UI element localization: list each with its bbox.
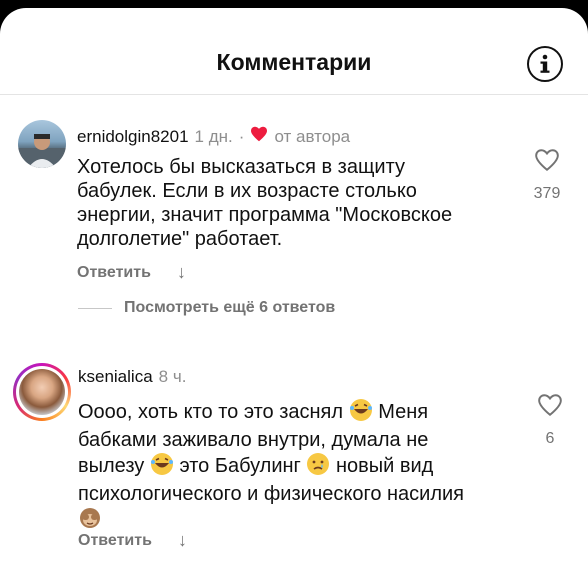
timestamp: 1 дн. xyxy=(194,126,233,146)
username[interactable]: ksenialica xyxy=(78,367,153,387)
avatar-photo xyxy=(19,369,65,415)
heart-icon[interactable] xyxy=(527,148,567,177)
avatar[interactable] xyxy=(18,120,66,168)
comment-line: бабулек. Если в их возрасте столько xyxy=(77,180,417,202)
comment-meta: ksenialica 8 ч. xyxy=(78,367,186,387)
comment-meta: ernidolgin8201 1 дн. · от автора xyxy=(77,126,350,147)
page-title: Комментарии xyxy=(216,49,372,75)
view-more-replies[interactable]: Посмотреть ещё 6 ответов xyxy=(78,299,335,317)
separator-dot: · xyxy=(238,126,245,146)
avatar[interactable] xyxy=(13,363,71,421)
info-icon[interactable] xyxy=(527,46,563,82)
reply-button[interactable]: Ответить xyxy=(77,264,151,282)
comment-line: Оооо, хоть кто то это заснял Меня xyxy=(78,398,464,428)
translate-arrow-icon[interactable]: ↓ xyxy=(177,262,186,283)
author-heart-icon xyxy=(250,126,268,147)
comment-line: энергии, значит программа "Московское xyxy=(77,204,453,226)
reply-row: Ответить ↓ xyxy=(78,530,187,551)
laughing-emoji-icon xyxy=(150,452,174,482)
reply-row: Ответить ↓ xyxy=(77,262,186,283)
username[interactable]: ernidolgin8201 xyxy=(77,127,189,147)
comments-sheet: Комментарии ernidolgin8201 1 дн. · от ав… xyxy=(0,8,588,563)
comments-header: Комментарии xyxy=(0,8,588,95)
like-column: 379 xyxy=(527,148,567,203)
comment-line: вылезу это Бабулинг новый вид xyxy=(78,452,464,482)
comment-text: Хотелось бы высказаться в защиту бабулек… xyxy=(77,155,452,251)
laughing-emoji-icon xyxy=(349,398,373,428)
comment-line: психологического и физического насилия xyxy=(78,483,465,505)
heart-icon[interactable] xyxy=(530,393,570,422)
like-column: 6 xyxy=(530,393,570,448)
comment-line: бабками заживало внутри, думала не xyxy=(78,429,429,451)
reply-button[interactable]: Ответить xyxy=(78,532,152,550)
divider xyxy=(78,307,112,309)
crying-emoji-icon xyxy=(306,452,330,482)
comment-line: Хотелось бы высказаться в защиту xyxy=(77,156,405,178)
comment-line: долголетие" работает. xyxy=(77,228,283,250)
comment-text: Оооо, хоть кто то это заснял Меня бабкам… xyxy=(78,398,464,536)
timestamp: 8 ч. xyxy=(158,367,187,386)
translate-arrow-icon[interactable]: ↓ xyxy=(178,530,187,551)
like-count: 6 xyxy=(545,430,555,447)
author-badge: от автора xyxy=(274,126,351,146)
view-more-label[interactable]: Посмотреть ещё 6 ответов xyxy=(124,299,335,317)
like-count: 379 xyxy=(533,185,561,202)
